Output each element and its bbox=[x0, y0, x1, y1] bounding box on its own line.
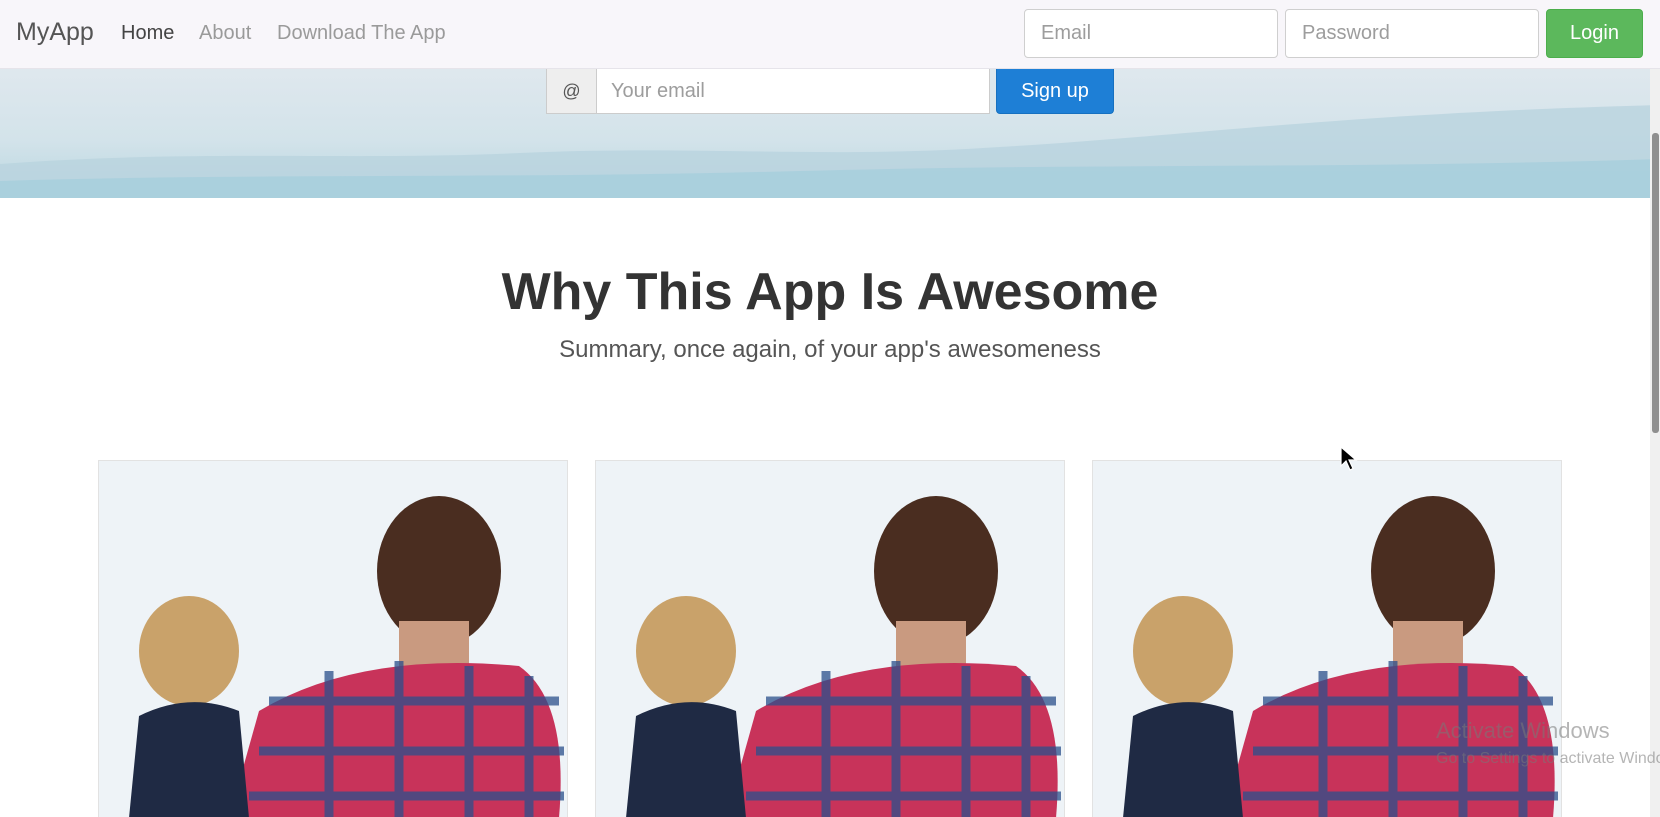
section-subtitle: Summary, once again, of your app's aweso… bbox=[559, 336, 1101, 363]
email-addon: @ bbox=[546, 69, 596, 114]
signup-button[interactable]: Sign up bbox=[996, 69, 1114, 114]
mouse-cursor-icon bbox=[1340, 446, 1358, 471]
activate-windows-watermark: Activate Windows Go to Settings to activ… bbox=[1436, 718, 1660, 768]
nav-link-about[interactable]: About bbox=[199, 22, 251, 45]
brand-logo[interactable]: MyApp bbox=[16, 18, 94, 47]
scrollbar-thumb[interactable] bbox=[1652, 133, 1659, 433]
hero-banner: @ Sign up bbox=[0, 69, 1660, 198]
watermark-subtitle: Go to Settings to activate Windows. bbox=[1436, 750, 1660, 767]
section-title: Why This App Is Awesome bbox=[501, 263, 1159, 321]
login-email-input[interactable] bbox=[1024, 9, 1278, 58]
login-button[interactable]: Login bbox=[1546, 9, 1643, 58]
feature-photo bbox=[99, 461, 567, 817]
watermark-title: Activate Windows bbox=[1436, 718, 1610, 743]
feature-card[interactable] bbox=[98, 460, 568, 817]
signup-email-input[interactable] bbox=[596, 69, 990, 114]
login-password-input[interactable] bbox=[1285, 9, 1539, 58]
feature-card[interactable] bbox=[595, 460, 1065, 817]
feature-photo bbox=[596, 461, 1064, 817]
nav-link-download[interactable]: Download The App bbox=[277, 22, 446, 45]
nav-link-home[interactable]: Home bbox=[121, 22, 174, 45]
navbar: MyApp Home About Download The App Login bbox=[0, 0, 1660, 69]
